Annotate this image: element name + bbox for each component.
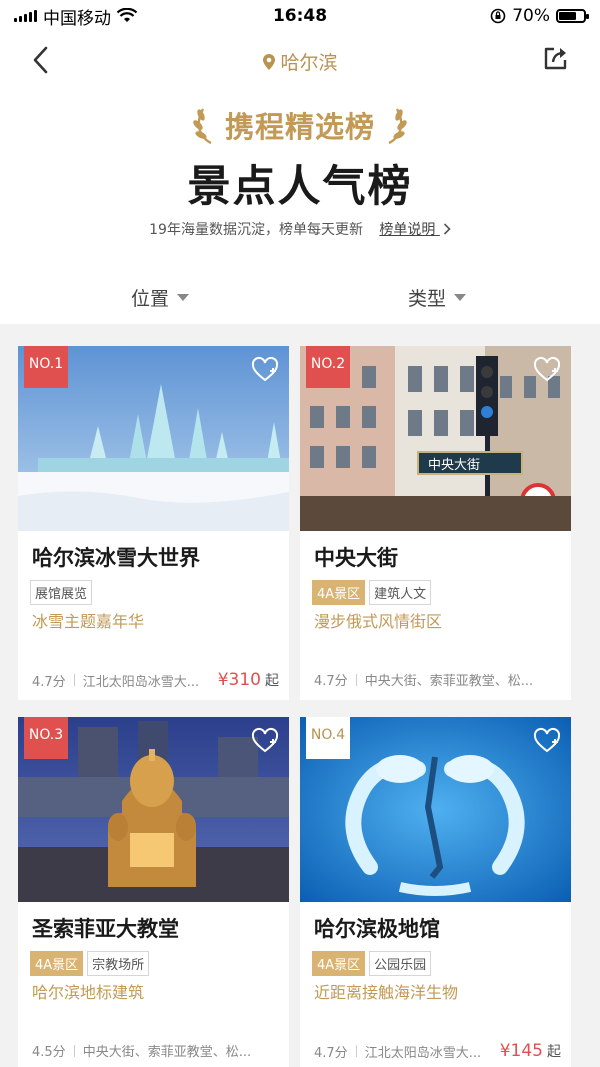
filter-bar: 位置 类型 (0, 272, 600, 322)
share-button[interactable] (542, 44, 574, 76)
rating-score: 4.7分 (314, 674, 348, 689)
attraction-description: 漫步俄式风情街区 (314, 612, 443, 631)
ranking-list: NO.1 哈尔滨冰雪大世界 展馆展览 冰雪主题嘉年华 4.7分 江北太阳岛冰雪大… (0, 324, 600, 1067)
brand-header: 携程精选榜 (0, 104, 600, 146)
attraction-card[interactable]: NO.1 哈尔滨冰雪大世界 展馆展览 冰雪主题嘉年华 4.7分 江北太阳岛冰雪大… (18, 346, 289, 700)
price: ¥145 (499, 1041, 543, 1061)
rating-score: 4.5分 (32, 1045, 66, 1060)
favorite-icon[interactable] (251, 356, 279, 384)
battery-percent: 70% (512, 6, 550, 26)
clock: 16:48 (272, 6, 328, 26)
level-tag: 4A景区 (312, 580, 366, 605)
tag-list: 4A景区 建筑人文 (312, 580, 432, 605)
type-filter[interactable]: 类型 (408, 284, 467, 311)
carrier-label: 中国移动 (43, 8, 111, 29)
attraction-card[interactable]: NO.3 圣索菲亚大教堂 4A景区 宗教场所 哈尔滨地标建筑 4.5分 中央大街… (18, 717, 289, 1067)
divider (73, 1044, 75, 1057)
rating-score: 4.7分 (314, 1045, 348, 1061)
tag-list: 展馆展览 (30, 580, 93, 605)
tag-list: 4A景区 宗教场所 (30, 951, 150, 976)
attraction-meta: 4.7分 江北太阳岛冰雪大... ¥310 起 (32, 670, 279, 690)
signal-icon (14, 10, 37, 22)
subtitle-text: 19年海量数据沉淀，榜单每天更新 (149, 222, 363, 238)
attraction-description: 哈尔滨地标建筑 (32, 983, 145, 1002)
rank-badge: NO.3 (24, 717, 68, 759)
page-title: 景点人气榜 (187, 162, 413, 212)
attraction-name: 中央大街 (314, 546, 398, 570)
brand-title: 携程精选榜 (224, 110, 375, 144)
city-label: 哈尔滨 (280, 52, 338, 74)
attraction-name: 哈尔滨冰雪大世界 (32, 546, 200, 570)
attraction-meta: 4.7分 中央大街、索菲亚教堂、松... (314, 670, 561, 689)
level-tag: 4A景区 (30, 951, 84, 976)
price-suffix: 起 (547, 1044, 561, 1060)
tag-list: 4A景区 公园乐园 (312, 951, 432, 976)
category-tag: 展馆展览 (30, 580, 93, 605)
laurel-left-icon (193, 108, 212, 145)
level-tag: 4A景区 (312, 951, 366, 976)
location-text: 江北太阳岛冰雪大... (82, 674, 200, 690)
caret-down-icon (454, 294, 467, 301)
attraction-name: 圣索菲亚大教堂 (32, 917, 179, 941)
share-icon (544, 47, 567, 70)
ranking-info-link[interactable]: 榜单说明 (379, 222, 439, 238)
category-tag: 建筑人文 (369, 580, 432, 605)
divider (355, 673, 357, 686)
location-text: 江北太阳岛冰雪大... (364, 1045, 482, 1061)
rotation-lock-icon (490, 8, 506, 24)
divider (73, 674, 75, 686)
attraction-card[interactable]: NO.4 哈尔滨极地馆 4A景区 公园乐园 近距离接触海洋生物 4.7分 江北太… (300, 717, 571, 1067)
position-filter[interactable]: 位置 (131, 284, 190, 311)
nav-bar: 哈尔滨 (0, 32, 600, 90)
price: ¥310 (217, 670, 261, 690)
caret-down-icon (177, 294, 190, 301)
ranking-info-label: 榜单说明 (379, 222, 436, 238)
status-right: 70% (490, 6, 589, 26)
battery-icon (556, 9, 589, 23)
divider (355, 1045, 357, 1057)
rank-badge: NO.1 (24, 346, 68, 388)
street-sign-text: 中央大街 (428, 458, 480, 473)
status-left: 中国移动 (14, 4, 137, 29)
rating-score: 4.7分 (32, 674, 66, 690)
attraction-name: 哈尔滨极地馆 (314, 917, 440, 941)
rank-badge: NO.4 (306, 717, 350, 759)
laurel-right-icon (388, 108, 407, 145)
header-subtitle: 19年海量数据沉淀，榜单每天更新 榜单说明 (0, 219, 600, 239)
location-text: 中央大街、索菲亚教堂、松... (82, 1045, 252, 1060)
location-text: 中央大街、索菲亚教堂、松... (364, 674, 534, 689)
favorite-icon[interactable] (533, 356, 561, 384)
attraction-description: 近距离接触海洋生物 (314, 983, 459, 1002)
attraction-description: 冰雪主题嘉年华 (32, 612, 145, 631)
city-selector[interactable]: 哈尔滨 (0, 48, 600, 75)
battery-fill (559, 12, 576, 20)
rank-badge: NO.2 (306, 346, 350, 388)
attraction-meta: 4.5分 中央大街、索菲亚教堂、松... (32, 1041, 279, 1060)
location-pin-icon (263, 53, 276, 70)
attraction-card[interactable]: 中央大街 NO.2 中央大街 4A景区 建筑人文 漫步俄式风情街区 4.7分 中… (300, 346, 571, 700)
attraction-meta: 4.7分 江北太阳岛冰雪大... ¥145 起 (314, 1041, 561, 1061)
category-tag: 公园乐园 (369, 951, 432, 976)
type-filter-label: 类型 (408, 288, 447, 310)
wifi-icon (117, 8, 137, 22)
price-suffix: 起 (265, 673, 279, 689)
favorite-icon[interactable] (251, 727, 279, 755)
category-tag: 宗教场所 (87, 951, 150, 976)
favorite-icon[interactable] (533, 727, 561, 755)
status-bar: 中国移动 16:48 70% (0, 0, 600, 32)
position-filter-label: 位置 (131, 288, 170, 310)
chevron-right-icon (443, 223, 451, 235)
